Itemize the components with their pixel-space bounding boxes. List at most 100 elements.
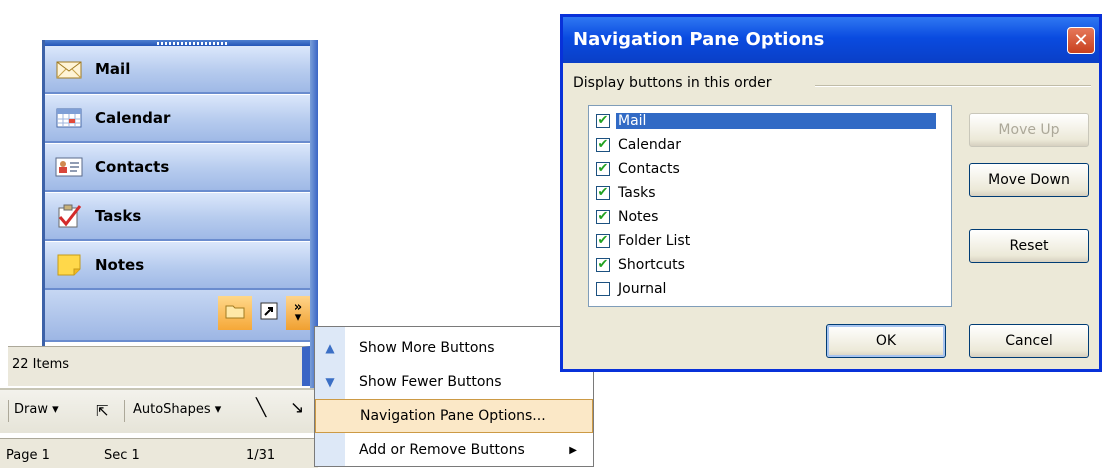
- line-tool-icon[interactable]: ╲: [256, 398, 266, 418]
- button-label: Move Up: [998, 122, 1060, 138]
- checkbox[interactable]: ✔: [596, 209, 610, 224]
- configure-buttons-button[interactable]: » ▾: [286, 296, 310, 330]
- mail-envelope-icon: [55, 57, 83, 81]
- checkbox[interactable]: ✔: [596, 161, 610, 176]
- nav-button-notes[interactable]: Notes: [45, 242, 310, 290]
- document-status-bar: Page 1 Sec 1 1/31: [0, 438, 318, 468]
- contact-card-icon: [55, 155, 83, 179]
- configure-buttons-icon: » ▾: [293, 300, 303, 325]
- task-checkmark-icon: [55, 204, 83, 228]
- list-item-journal[interactable]: Journal: [596, 277, 668, 300]
- menu-item-label: Navigation Pane Options...: [360, 408, 546, 424]
- sticky-note-icon: [55, 253, 83, 277]
- nav-button-tasks[interactable]: Tasks: [45, 193, 310, 241]
- section-number: Sec 1: [104, 448, 140, 463]
- page-count: 1/31: [246, 448, 276, 463]
- arrow-up-icon: ▲: [325, 341, 335, 355]
- checkmark-icon: ✔: [597, 113, 609, 128]
- resize-grip[interactable]: [157, 42, 229, 45]
- nav-pane-bottom-bar: » ▾: [45, 290, 310, 342]
- menu-item-add-remove-buttons[interactable]: Add or Remove Buttons ▶: [315, 433, 593, 467]
- item-count: 22 Items: [12, 357, 70, 372]
- button-label: Move Down: [988, 172, 1070, 188]
- configure-buttons-menu: ▲ Show More Buttons ▼ Show Fewer Buttons…: [314, 326, 594, 467]
- button-order-list[interactable]: ✔ Mail ✔ Calendar ✔ Contacts ✔ Tasks ✔ N…: [588, 105, 952, 307]
- nav-button-mail[interactable]: Mail: [45, 46, 310, 94]
- dialog-titlebar[interactable]: Navigation Pane Options ✕: [563, 17, 1099, 63]
- button-label: Reset: [1009, 238, 1049, 254]
- checkbox[interactable]: ✔: [596, 137, 610, 152]
- submenu-arrow-icon: ▶: [569, 444, 577, 456]
- checkbox[interactable]: [596, 281, 610, 296]
- checkbox[interactable]: ✔: [596, 185, 610, 200]
- checkmark-icon: ✔: [597, 161, 609, 176]
- dialog-title: Navigation Pane Options: [573, 29, 825, 50]
- checkmark-icon: ✔: [597, 257, 609, 272]
- checkmark-icon: ✔: [597, 185, 609, 200]
- toolbar-separator: [124, 400, 125, 422]
- autoshapes-label: AutoShapes: [133, 402, 211, 417]
- select-objects-icon[interactable]: ⇱: [96, 402, 109, 420]
- draw-menu-button[interactable]: Draw ▾: [14, 402, 59, 417]
- reset-button[interactable]: Reset: [969, 229, 1089, 263]
- list-item-label: Journal: [618, 280, 667, 297]
- arrow-down-icon: ▼: [325, 375, 335, 389]
- list-item-mail[interactable]: ✔ Mail: [596, 109, 936, 132]
- arrow-tool-icon[interactable]: ↘: [290, 398, 304, 418]
- list-item-folder-list[interactable]: ✔ Folder List: [596, 229, 692, 252]
- list-item-label: Calendar: [618, 136, 681, 153]
- drawing-toolbar: Draw ▾ ⇱ AutoShapes ▾ ╲ ↘: [0, 388, 318, 433]
- checkmark-icon: ✔: [597, 137, 609, 152]
- menu-item-show-more-buttons[interactable]: ▲ Show More Buttons: [315, 331, 593, 365]
- menu-item-navigation-pane-options[interactable]: Navigation Pane Options...: [315, 399, 593, 433]
- nav-button-label: Contacts: [95, 158, 170, 176]
- menu-item-show-fewer-buttons[interactable]: ▼ Show Fewer Buttons: [315, 365, 593, 399]
- calendar-icon: [55, 106, 83, 130]
- checkbox[interactable]: ✔: [596, 257, 610, 272]
- folder-icon: [225, 303, 245, 323]
- cancel-button[interactable]: Cancel: [969, 324, 1089, 358]
- folder-list-button[interactable]: [218, 296, 252, 330]
- list-item-tasks[interactable]: ✔ Tasks: [596, 181, 658, 204]
- navigation-pane-options-dialog: Navigation Pane Options ✕ Display button…: [560, 14, 1102, 372]
- list-item-label: Mail: [616, 112, 936, 129]
- list-item-label: Contacts: [618, 160, 680, 177]
- checkbox[interactable]: ✔: [596, 233, 610, 248]
- ok-button[interactable]: OK: [826, 324, 946, 358]
- shortcut-icon: [260, 302, 278, 324]
- page-number: Page 1: [6, 448, 50, 463]
- toolbar-grip[interactable]: [8, 400, 9, 422]
- nav-button-calendar[interactable]: Calendar: [45, 95, 310, 143]
- shortcuts-button[interactable]: [252, 296, 286, 330]
- checkbox[interactable]: ✔: [596, 113, 610, 128]
- nav-button-label: Mail: [95, 60, 131, 78]
- draw-label: Draw: [14, 402, 48, 417]
- close-button[interactable]: ✕: [1067, 27, 1095, 54]
- menu-item-label: Add or Remove Buttons: [359, 442, 525, 458]
- status-bar: 22 Items: [8, 346, 310, 386]
- nav-button-label: Tasks: [95, 207, 142, 225]
- checkmark-icon: ✔: [597, 233, 609, 248]
- list-item-contacts[interactable]: ✔ Contacts: [596, 157, 682, 180]
- button-label: Cancel: [1005, 333, 1053, 349]
- autoshapes-menu-button[interactable]: AutoShapes ▾: [133, 402, 221, 417]
- group-label: Display buttons in this order: [573, 75, 772, 91]
- move-up-button[interactable]: Move Up: [969, 113, 1089, 147]
- list-item-shortcuts[interactable]: ✔ Shortcuts: [596, 253, 687, 276]
- menu-item-label: Show More Buttons: [359, 340, 495, 356]
- close-icon: ✕: [1073, 30, 1089, 51]
- move-down-button[interactable]: Move Down: [969, 163, 1089, 197]
- list-item-label: Shortcuts: [618, 256, 685, 273]
- nav-button-label: Calendar: [95, 109, 171, 127]
- list-item-notes[interactable]: ✔ Notes: [596, 205, 660, 228]
- list-item-label: Folder List: [618, 232, 691, 249]
- list-item-calendar[interactable]: ✔ Calendar: [596, 133, 683, 156]
- checkmark-icon: ✔: [597, 209, 609, 224]
- menu-item-label: Show Fewer Buttons: [359, 374, 502, 390]
- button-label: OK: [875, 333, 897, 349]
- list-item-label: Notes: [618, 208, 659, 225]
- group-divider: [815, 85, 1091, 87]
- list-item-label: Tasks: [618, 184, 656, 201]
- nav-button-contacts[interactable]: Contacts: [45, 144, 310, 192]
- nav-button-label: Notes: [95, 256, 145, 274]
